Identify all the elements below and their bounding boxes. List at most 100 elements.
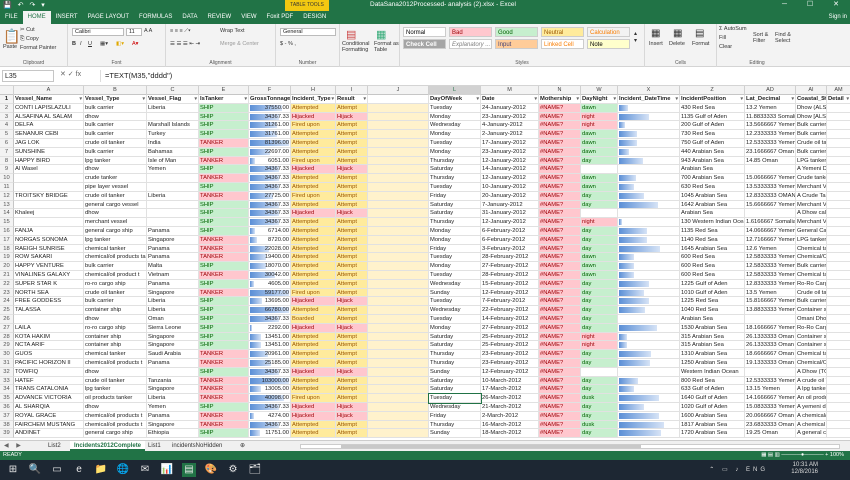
- table-cell[interactable]: #NAME?: [539, 367, 581, 377]
- delete-cells-icon[interactable]: ▦: [673, 28, 682, 39]
- table-cell[interactable]: Wednesday: [429, 121, 481, 131]
- clock[interactable]: 10:31 AM 12/8/2016: [791, 462, 818, 476]
- table-cell[interactable]: [827, 104, 850, 113]
- merge-center-button[interactable]: Merge & Center: [220, 41, 259, 47]
- column-header-ad[interactable]: AD: [745, 86, 796, 95]
- table-cell[interactable]: Fired upon: [291, 156, 336, 166]
- table-cell[interactable]: A Yemeni Dhow: [796, 165, 827, 175]
- table-cell[interactable]: Attempt: [336, 332, 368, 342]
- table-cell[interactable]: day: [581, 235, 618, 245]
- column-title[interactable]: Mothership ▾: [539, 95, 581, 104]
- table-cell[interactable]: 943 Arabian Sea: [680, 156, 745, 166]
- taskbar-app-icon[interactable]: ▤: [182, 463, 196, 477]
- table-cell[interactable]: 12-January-2012: [481, 156, 539, 166]
- row-number[interactable]: 38: [0, 420, 14, 430]
- table-cell[interactable]: Chemical/Oil P: [796, 359, 827, 368]
- tab-page-layout[interactable]: PAGE LAYOUT: [83, 11, 134, 24]
- bold-button[interactable]: B: [72, 41, 76, 47]
- table-cell[interactable]: #NAME?: [539, 420, 581, 430]
- table-cell[interactable]: Attempted: [291, 244, 336, 254]
- table-cell[interactable]: Attempt: [336, 183, 368, 192]
- table-cell[interactable]: LAILA: [14, 323, 84, 333]
- table-cell[interactable]: [827, 130, 850, 139]
- table-cell[interactable]: [368, 130, 429, 139]
- tab-formulas[interactable]: FORMULAS: [134, 11, 177, 24]
- format-cells-button[interactable]: Format: [692, 41, 709, 47]
- table-cell[interactable]: Hijack: [336, 411, 368, 421]
- table-cell[interactable]: crude oil tanker: [84, 191, 147, 201]
- table-cell[interactable]: 10-January-2012: [481, 183, 539, 192]
- table-cell[interactable]: 1140 Red Sea: [680, 235, 745, 245]
- table-cell[interactable]: [14, 200, 84, 210]
- tab-design[interactable]: DESIGN: [298, 11, 331, 24]
- table-cell[interactable]: 26.1333333 Oman: [745, 341, 796, 351]
- table-cell[interactable]: pipe layer vessel: [84, 183, 147, 192]
- table-cell[interactable]: [745, 315, 796, 324]
- table-cell[interactable]: [368, 359, 429, 368]
- table-cell[interactable]: TANKER: [199, 411, 249, 421]
- conditional-formatting-button[interactable]: Conditional Formatting: [342, 41, 372, 53]
- align-top-icons[interactable]: ≡ ≡ ≡ ⟋▾: [170, 28, 191, 35]
- table-cell[interactable]: 28-February-2012: [481, 271, 539, 280]
- table-cell[interactable]: 1530 Arabian Sea: [680, 323, 745, 333]
- table-cell[interactable]: day: [581, 315, 618, 324]
- table-cell[interactable]: 17-March-2012: [481, 385, 539, 395]
- table-cell[interactable]: Merchant Vess: [796, 218, 827, 227]
- table-cell[interactable]: NCTA ARIF: [14, 341, 84, 351]
- style-note[interactable]: Note: [587, 39, 630, 49]
- column-header-i[interactable]: I: [336, 86, 368, 95]
- table-cell[interactable]: #NAME?: [539, 385, 581, 395]
- table-cell[interactable]: Ro-Ro Cargo S: [796, 279, 827, 289]
- filter-dropdown-icon[interactable]: ▾: [846, 95, 849, 103]
- table-cell[interactable]: Attempt: [336, 279, 368, 289]
- table-cell[interactable]: [368, 420, 429, 430]
- table-cell[interactable]: [14, 315, 84, 324]
- row-number[interactable]: 19: [0, 253, 14, 263]
- table-cell[interactable]: 12-February-2012: [481, 367, 539, 377]
- table-cell[interactable]: #NAME?: [539, 191, 581, 201]
- table-cell[interactable]: [618, 315, 680, 324]
- table-cell[interactable]: [368, 306, 429, 315]
- table-cell[interactable]: [827, 341, 850, 351]
- table-cell[interactable]: 1642 Arabian Sea: [680, 200, 745, 210]
- table-cell[interactable]: FREE GODDESS: [14, 297, 84, 307]
- column-header-m[interactable]: M: [481, 86, 539, 95]
- table-cell[interactable]: TANKER: [199, 385, 249, 395]
- table-cell[interactable]: dawn: [581, 183, 618, 192]
- table-cell[interactable]: HAPPY BIRD: [14, 156, 84, 166]
- column-title[interactable]: Date ▾: [481, 95, 539, 104]
- table-cell[interactable]: bulk carrier: [84, 103, 147, 113]
- table-cell[interactable]: 14-January-2012: [481, 165, 539, 175]
- style-check-cell[interactable]: Check Cell: [403, 39, 446, 49]
- table-cell[interactable]: #NAME?: [539, 306, 581, 315]
- row-number[interactable]: 30: [0, 350, 14, 359]
- table-cell[interactable]: [618, 183, 680, 192]
- table-cell[interactable]: night: [581, 332, 618, 342]
- table-cell[interactable]: JAG LOK: [14, 139, 84, 148]
- filter-dropdown-icon[interactable]: ▾: [534, 95, 537, 103]
- table-cell[interactable]: Oman: [147, 315, 199, 324]
- table-cell[interactable]: TANKER: [199, 156, 249, 166]
- row-number[interactable]: 36: [0, 403, 14, 412]
- table-cell[interactable]: crude oil tanker: [84, 139, 147, 148]
- table-cell[interactable]: Attempted: [291, 332, 336, 342]
- format-as-table-button[interactable]: Format as Table: [374, 41, 399, 53]
- table-cell[interactable]: 22697.00: [249, 147, 291, 157]
- table-cell[interactable]: Bahamas: [147, 147, 199, 157]
- table-cell[interactable]: [618, 279, 680, 289]
- table-cell[interactable]: Saturday: [429, 385, 481, 395]
- table-cell[interactable]: 15.0666667 Yemen: [745, 174, 796, 183]
- table-cell[interactable]: Saturday: [429, 376, 481, 386]
- table-cell[interactable]: [618, 385, 680, 395]
- table-cell[interactable]: Attempt: [336, 262, 368, 271]
- table-cell[interactable]: 600 Red Sea: [680, 253, 745, 263]
- table-cell[interactable]: dhow: [84, 315, 147, 324]
- table-cell[interactable]: Merchant Vess: [796, 183, 827, 192]
- table-cell[interactable]: [618, 323, 680, 333]
- table-cell[interactable]: day: [581, 297, 618, 307]
- table-cell[interactable]: SHIP: [199, 323, 249, 333]
- row-number[interactable]: 14: [0, 209, 14, 219]
- table-cell[interactable]: Turkey: [147, 130, 199, 139]
- table-cell[interactable]: 12.5333333 Yemen: [745, 376, 796, 386]
- table-cell[interactable]: [618, 165, 680, 175]
